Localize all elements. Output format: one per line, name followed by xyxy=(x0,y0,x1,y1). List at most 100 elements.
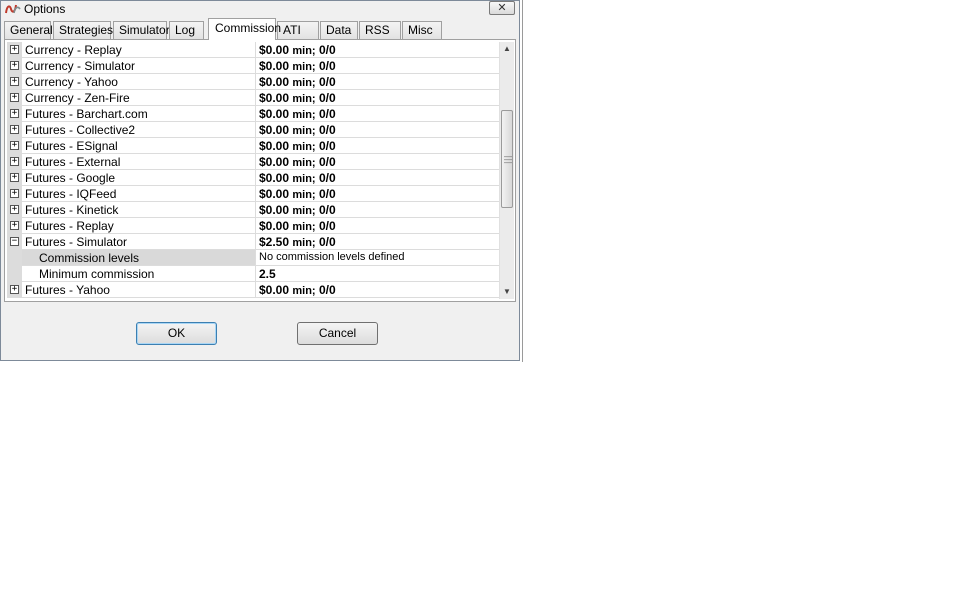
commission-amount: $0.00 xyxy=(259,75,290,89)
property-value[interactable]: 2.5 xyxy=(259,267,276,281)
min-label: min; xyxy=(292,77,316,89)
plus-box-icon[interactable]: + xyxy=(10,285,19,294)
row-gutter xyxy=(7,266,22,281)
plus-box-icon[interactable]: + xyxy=(10,61,19,70)
category-name: Futures - Yahoo xyxy=(25,283,110,297)
tab-general[interactable]: General xyxy=(4,21,53,39)
column-divider xyxy=(255,234,256,249)
min-label: min; xyxy=(292,45,316,57)
property-name: Commission levels xyxy=(39,251,140,265)
plus-box-icon[interactable]: + xyxy=(10,125,19,134)
category-name: Currency - Zen-Fire xyxy=(25,91,130,105)
vertical-scrollbar[interactable]: ▲ — — — ▼ xyxy=(499,42,514,299)
category-row[interactable]: + Futures - Barchart.com $0.00 min; 0/0 xyxy=(7,106,501,122)
tab-misc[interactable]: Misc xyxy=(402,21,442,39)
property-name: Minimum commission xyxy=(39,267,155,281)
plus-box-icon[interactable]: + xyxy=(10,205,19,214)
min-label: min; xyxy=(292,173,316,185)
commission-ratio: 0/0 xyxy=(318,283,336,297)
category-row[interactable]: + Futures - IQFeed $0.00 min; 0/0 xyxy=(7,186,501,202)
commission-amount: $0.00 xyxy=(259,139,290,153)
plus-box-icon[interactable]: + xyxy=(10,45,19,54)
commission-amount: $0.00 xyxy=(259,283,290,297)
tab-rss[interactable]: RSS xyxy=(359,21,401,39)
property-row[interactable]: Minimum commission 2.5 xyxy=(7,266,501,282)
commission-ratio: 0/0 xyxy=(318,75,336,89)
min-label: min; xyxy=(292,285,316,297)
min-label: min; xyxy=(292,109,316,121)
property-value[interactable]: No commission levels defined xyxy=(259,251,405,263)
category-row[interactable]: + Currency - Replay $0.00 min; 0/0 xyxy=(7,42,501,58)
category-name: Futures - Barchart.com xyxy=(25,107,148,121)
row-gutter xyxy=(7,250,22,265)
cancel-button[interactable]: Cancel xyxy=(297,322,378,345)
commission-summary: $0.00 min; 0/0 xyxy=(259,219,336,233)
window-title: Options xyxy=(24,2,66,16)
category-row[interactable]: + Futures - External $0.00 min; 0/0 xyxy=(7,154,501,170)
plus-box-icon[interactable]: + xyxy=(10,93,19,102)
commission-ratio: 0/0 xyxy=(318,59,336,73)
category-row[interactable]: + Futures - Google $0.00 min; 0/0 xyxy=(7,170,501,186)
commission-summary: $0.00 min; 0/0 xyxy=(259,59,336,73)
commission-summary: $0.00 min; 0/0 xyxy=(259,187,336,201)
commission-ratio: 0/0 xyxy=(318,203,336,217)
property-grid: + Currency - Replay $0.00 min; 0/0 + Currenc… xyxy=(7,42,501,299)
column-divider xyxy=(255,250,256,265)
category-name: Futures - Replay xyxy=(25,219,114,233)
plus-box-icon[interactable]: + xyxy=(10,189,19,198)
column-divider xyxy=(255,90,256,105)
plus-box-icon[interactable]: + xyxy=(10,77,19,86)
scroll-thumb[interactable]: — — — xyxy=(501,110,513,208)
category-row[interactable]: + Futures - Collective2 $0.00 min; 0/0 xyxy=(7,122,501,138)
column-divider xyxy=(255,186,256,201)
min-label: min; xyxy=(292,189,316,201)
grip-icon: — — — xyxy=(504,152,512,167)
tab-ati[interactable]: ATI xyxy=(277,21,319,39)
close-button[interactable]: ✕ xyxy=(489,1,515,15)
tab-simulator[interactable]: Simulator xyxy=(113,21,170,39)
column-divider xyxy=(255,218,256,233)
app-logo-icon xyxy=(5,4,21,14)
column-divider xyxy=(255,58,256,73)
scroll-down-button[interactable]: ▼ xyxy=(500,285,514,299)
commission-summary: $0.00 min; 0/0 xyxy=(259,171,336,185)
commission-amount: $0.00 xyxy=(259,187,290,201)
category-row[interactable]: + Futures - Replay $0.00 min; 0/0 xyxy=(7,218,501,234)
category-name: Futures - Kinetick xyxy=(25,203,119,217)
commission-ratio: 0/0 xyxy=(318,155,336,169)
tab-strategies[interactable]: Strategies xyxy=(53,21,113,39)
plus-box-icon[interactable]: + xyxy=(10,141,19,150)
tab-commission[interactable]: Commission xyxy=(208,18,281,40)
commission-amount: $0.00 xyxy=(259,123,290,137)
tab-data[interactable]: Data xyxy=(320,21,358,39)
commission-ratio: 0/0 xyxy=(318,171,336,185)
category-row[interactable]: + Futures - Kinetick $0.00 min; 0/0 xyxy=(7,202,501,218)
column-divider xyxy=(255,106,256,121)
minus-box-icon[interactable]: − xyxy=(10,237,19,246)
category-name: Currency - Replay xyxy=(25,43,122,57)
property-row[interactable]: Commission levels No commission levels de… xyxy=(7,250,501,266)
plus-box-icon[interactable]: + xyxy=(10,157,19,166)
scroll-up-button[interactable]: ▲ xyxy=(500,42,514,56)
plus-box-icon[interactable]: + xyxy=(10,221,19,230)
category-row[interactable]: + Currency - Yahoo $0.00 min; 0/0 xyxy=(7,74,501,90)
category-row[interactable]: + Currency - Simulator $0.00 min; 0/0 xyxy=(7,58,501,74)
min-label: min; xyxy=(292,237,316,249)
category-row[interactable]: + Futures - Yahoo $0.00 min; 0/0 xyxy=(7,282,501,298)
ok-button[interactable]: OK xyxy=(136,322,217,345)
column-divider xyxy=(255,282,256,297)
tab-log[interactable]: Log xyxy=(169,21,204,39)
category-row[interactable]: + Futures - ESignal $0.00 min; 0/0 xyxy=(7,138,501,154)
plus-box-icon[interactable]: + xyxy=(10,173,19,182)
commission-amount: $0.00 xyxy=(259,43,290,57)
category-row[interactable]: − Futures - Simulator $2.50 min; 0/0 xyxy=(7,234,501,250)
category-row[interactable]: + Currency - Zen-Fire $0.00 min; 0/0 xyxy=(7,90,501,106)
commission-amount: $0.00 xyxy=(259,219,290,233)
category-name: Futures - ESignal xyxy=(25,139,118,153)
category-name: Currency - Yahoo xyxy=(25,75,118,89)
category-name: Futures - Simulator xyxy=(25,235,128,249)
commission-amount: $0.00 xyxy=(259,59,290,73)
commission-ratio: 0/0 xyxy=(318,123,336,137)
commission-ratio: 0/0 xyxy=(318,235,336,249)
plus-box-icon[interactable]: + xyxy=(10,109,19,118)
